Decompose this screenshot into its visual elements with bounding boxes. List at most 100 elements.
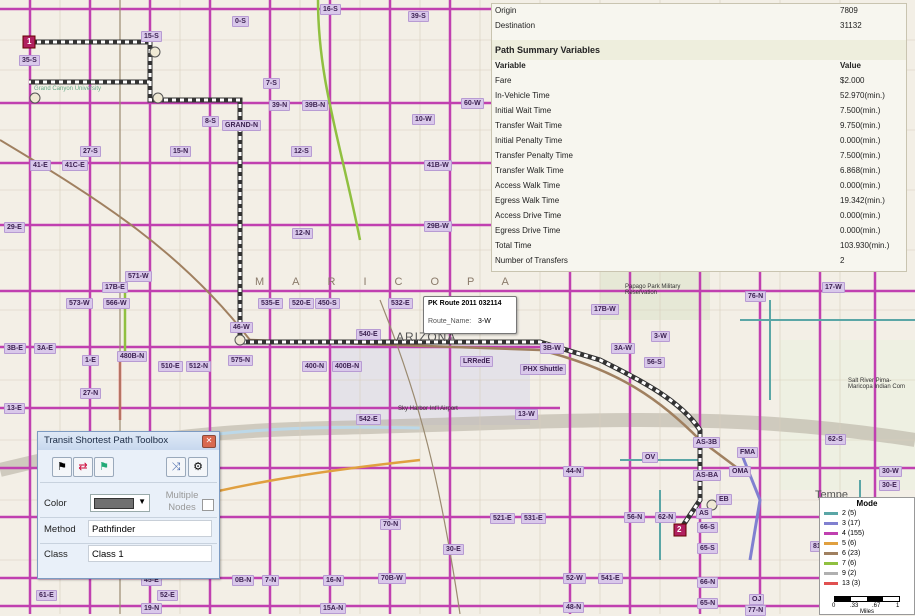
route-label[interactable]: 65-N: [697, 598, 719, 609]
route-label[interactable]: 70-N: [380, 519, 402, 530]
route-label[interactable]: 65-S: [697, 543, 718, 554]
route-label[interactable]: OJ: [749, 594, 765, 605]
route-label[interactable]: 3B-W: [540, 343, 564, 354]
route-label[interactable]: 29-E: [4, 222, 25, 233]
route-label[interactable]: 17B-E: [102, 282, 128, 293]
route-label[interactable]: 8-S: [202, 116, 219, 127]
route-label[interactable]: 17-W: [822, 282, 845, 293]
toolbox-title[interactable]: Transit Shortest Path Toolbox: [38, 432, 219, 450]
options-icon[interactable]: ⚙: [188, 457, 208, 477]
route-label[interactable]: AS-3B: [693, 437, 721, 448]
route-label[interactable]: 542-E: [356, 414, 381, 425]
route-label[interactable]: 521-E: [490, 513, 515, 524]
route-label[interactable]: 56-N: [624, 512, 646, 523]
route-label[interactable]: 16-N: [323, 575, 345, 586]
route-label[interactable]: 35-S: [19, 55, 40, 66]
route-label[interactable]: 39-S: [408, 11, 429, 22]
route-label[interactable]: AS: [696, 508, 712, 519]
route-label[interactable]: 70B-W: [378, 573, 406, 584]
route-label[interactable]: 3A-W: [611, 343, 635, 354]
variable-value: 7.500(min.): [840, 151, 881, 160]
route-label[interactable]: 19-N: [141, 603, 163, 614]
route-label[interactable]: 520-E: [289, 298, 314, 309]
close-icon[interactable]: ✕: [202, 435, 216, 448]
route-label[interactable]: 0B-N: [232, 575, 255, 586]
route-label[interactable]: 571-W: [125, 271, 152, 282]
route-label[interactable]: 532-E: [388, 298, 413, 309]
class-field[interactable]: Class 1: [88, 545, 212, 562]
route-label[interactable]: 0-S: [232, 16, 249, 27]
route-label[interactable]: 76-N: [745, 291, 767, 302]
route-label[interactable]: 16-S: [320, 4, 341, 15]
route-label[interactable]: 60-W: [461, 98, 484, 109]
route-label[interactable]: 3B-E: [4, 343, 26, 354]
route-label[interactable]: 7-S: [263, 78, 280, 89]
route-arrows-icon[interactable]: ⇄: [73, 457, 93, 477]
route-label[interactable]: 27-S: [80, 146, 101, 157]
route-label[interactable]: OV: [642, 452, 659, 463]
route-label[interactable]: 41-E: [30, 160, 51, 171]
flag-icon[interactable]: ⚑: [52, 457, 72, 477]
route-label[interactable]: 450-S: [315, 298, 340, 309]
route-label[interactable]: 400-N: [302, 361, 328, 372]
route-label[interactable]: 541-E: [598, 573, 623, 584]
route-label[interactable]: 39-N: [269, 100, 291, 111]
route-label[interactable]: 1-E: [82, 355, 99, 366]
route-label[interactable]: 573-W: [66, 298, 93, 309]
route-label[interactable]: 27-N: [80, 388, 102, 399]
route-label[interactable]: 77-N: [745, 605, 767, 616]
route-label[interactable]: OMA: [729, 466, 752, 477]
route-label[interactable]: 566-W: [103, 298, 130, 309]
route-label[interactable]: 13-W: [515, 409, 538, 420]
route-label[interactable]: 52-W: [563, 573, 586, 584]
route-label[interactable]: 15A-N: [320, 603, 347, 614]
route-label[interactable]: 29B-W: [424, 221, 452, 232]
summary-row: Transfer Penalty Time 7.500(min.): [495, 149, 901, 163]
route-label[interactable]: 535-E: [258, 298, 283, 309]
route-label[interactable]: 480B-N: [117, 351, 148, 362]
route-label[interactable]: 15-N: [170, 146, 192, 157]
route-label[interactable]: GRAND-N: [222, 120, 262, 131]
color-dropdown[interactable]: ▼: [90, 494, 150, 512]
route-label[interactable]: 512-N: [186, 361, 212, 372]
route-label[interactable]: 52-E: [157, 590, 178, 601]
route-label[interactable]: 44-N: [563, 466, 585, 477]
route-label[interactable]: 41B-W: [424, 160, 452, 171]
route-label[interactable]: 61-E: [36, 590, 57, 601]
route-label[interactable]: 400B-N: [332, 361, 363, 372]
route-label[interactable]: 12-N: [292, 228, 314, 239]
route-label[interactable]: 3A-E: [34, 343, 56, 354]
route-label[interactable]: 30-W: [879, 466, 902, 477]
clear-flag-icon[interactable]: ⚑: [94, 457, 114, 477]
route-label[interactable]: 12-S: [291, 146, 312, 157]
route-label[interactable]: 540-E: [356, 329, 381, 340]
multiple-nodes-checkbox[interactable]: [202, 499, 214, 511]
route-label[interactable]: 10-W: [412, 114, 435, 125]
route-label[interactable]: 39B-N: [302, 100, 329, 111]
route-label[interactable]: EB: [716, 494, 732, 505]
route-label[interactable]: 41C-E: [62, 160, 88, 171]
route-label[interactable]: 510-E: [158, 361, 183, 372]
route-label[interactable]: 48-N: [563, 602, 585, 613]
route-label[interactable]: 30-E: [879, 480, 900, 491]
route-label[interactable]: 3-W: [651, 331, 670, 342]
route-label[interactable]: 62-N: [655, 512, 677, 523]
route-label[interactable]: 66-S: [697, 522, 718, 533]
route-label[interactable]: 15-S: [141, 31, 162, 42]
route-label[interactable]: 46-W: [230, 322, 253, 333]
legend-item: 7 (6): [824, 559, 856, 568]
route-label[interactable]: 7-N: [262, 575, 280, 586]
network-settings-icon[interactable]: ⤨: [166, 457, 186, 477]
route-label[interactable]: 13-E: [4, 403, 25, 414]
route-label[interactable]: 30-E: [443, 544, 464, 555]
route-label[interactable]: 575-N: [228, 355, 254, 366]
route-label[interactable]: AS-BA: [693, 470, 722, 481]
route-label[interactable]: 531-E: [521, 513, 546, 524]
method-field[interactable]: Pathfinder: [88, 520, 212, 537]
route-label[interactable]: 62-S: [825, 434, 846, 445]
route-label[interactable]: 56-S: [644, 357, 665, 368]
route-label[interactable]: 17B-W: [591, 304, 619, 315]
route-label[interactable]: 66-N: [697, 577, 719, 588]
legend-item: 9 (2): [824, 569, 856, 578]
route-label[interactable]: FMA: [737, 447, 759, 458]
